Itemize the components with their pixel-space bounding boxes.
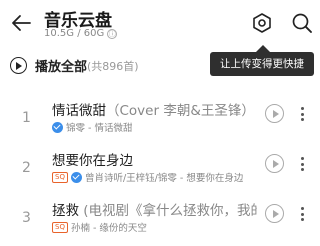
song-meta: SQ 曾肖诗听/王梓钰/锦零 - 想要你在身边 xyxy=(52,170,243,184)
sq-quality-badge: SQ xyxy=(52,171,68,183)
tooltip-arrow xyxy=(256,45,270,52)
upload-tooltip[interactable]: 让上传变得更快捷 xyxy=(210,52,314,76)
song-title-sub: （Cover 李朝&王圣锋） xyxy=(106,103,255,119)
play-circle-icon xyxy=(10,57,27,74)
more-options-icon[interactable] xyxy=(297,154,307,174)
mv-play-icon[interactable] xyxy=(265,154,284,173)
info-icon[interactable]: ⓘ xyxy=(107,28,118,39)
storage-text: 10.5G / 60G xyxy=(44,28,105,39)
song-artist-album: 孙楠 - 缘份的天空 xyxy=(70,223,147,234)
verified-check-icon xyxy=(52,121,63,133)
song-index: 3 xyxy=(22,210,31,226)
song-title: 想要你在身边 xyxy=(52,149,133,169)
play-all-label: 播放全部 xyxy=(35,60,88,75)
song-title-main: 拯救 xyxy=(52,203,79,219)
song-index: 1 xyxy=(22,110,31,126)
song-index: 2 xyxy=(22,160,31,176)
storage-usage: 10.5G / 60G ⓘ xyxy=(44,28,118,39)
song-title: 拯救 (电视剧《拿什么拯救你，我的… xyxy=(52,199,257,219)
search-icon[interactable] xyxy=(291,12,313,34)
song-meta: 锦零 - 情话微甜 xyxy=(52,120,132,134)
verified-check-icon xyxy=(70,171,82,183)
song-title-main: 想要你在身边 xyxy=(52,153,133,169)
song-meta: SQ 孙楠 - 缘份的天空 xyxy=(52,220,147,234)
mv-play-icon[interactable] xyxy=(265,204,284,223)
back-arrow-icon[interactable] xyxy=(10,12,32,34)
sq-quality-badge: SQ xyxy=(52,221,68,233)
more-options-icon[interactable] xyxy=(297,204,307,224)
upload-hexagon-icon[interactable] xyxy=(251,12,273,34)
more-options-icon[interactable] xyxy=(297,104,307,124)
song-row[interactable]: 2 想要你在身边 SQ 曾肖诗听/王梓钰/锦零 - 想要你在身边 xyxy=(0,146,320,200)
mv-play-icon[interactable] xyxy=(265,104,284,123)
song-title: 情话微甜（Cover 李朝&王圣锋） xyxy=(52,99,255,119)
song-artist-album: 曾肖诗听/王梓钰/锦零 - 想要你在身边 xyxy=(84,173,244,184)
play-all-button[interactable]: 播放全部 (共896首) xyxy=(10,56,139,75)
song-row[interactable]: 3 拯救 (电视剧《拿什么拯救你，我的… SQ 孙楠 - 缘份的天空 xyxy=(0,196,320,246)
song-count: (共896首) xyxy=(87,59,139,73)
song-artist-album: 锦零 - 情话微甜 xyxy=(66,123,133,134)
song-title-main: 情话微甜 xyxy=(52,103,106,119)
song-row[interactable]: 1 情话微甜（Cover 李朝&王圣锋） 锦零 - 情话微甜 xyxy=(0,96,320,150)
song-title-sub: (电视剧《拿什么拯救你，我的… xyxy=(83,203,257,219)
